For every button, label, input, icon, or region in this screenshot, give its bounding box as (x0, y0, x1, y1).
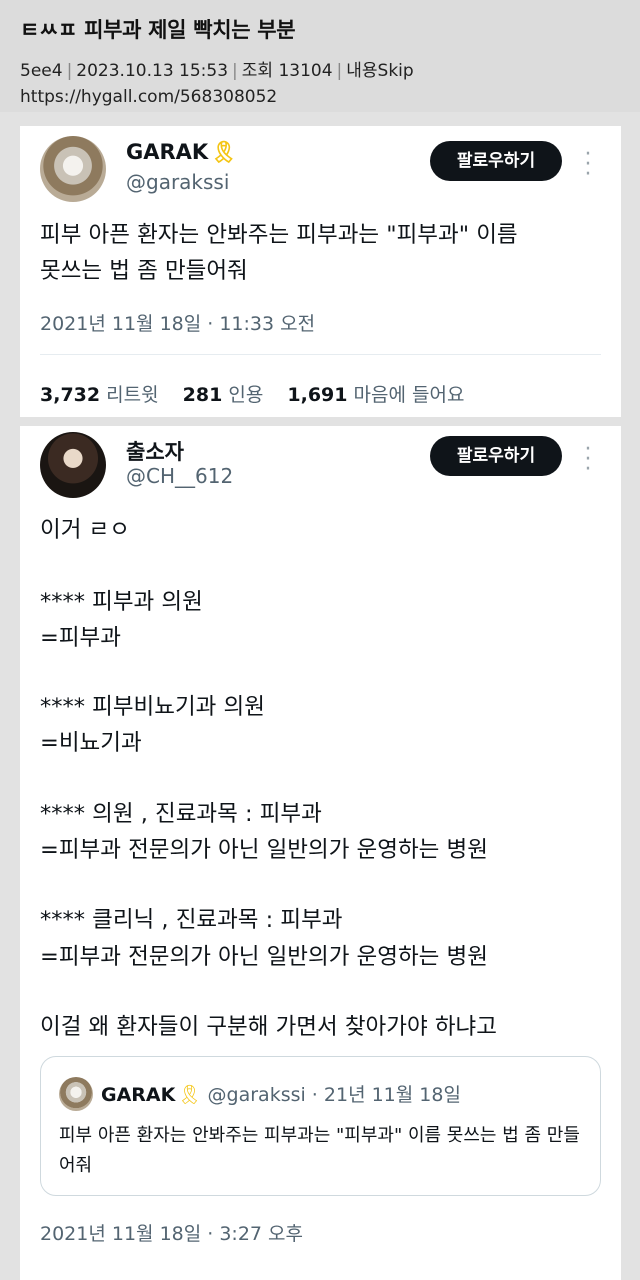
quote-header: GARAK 🎗 @garakssi · 21년 11월 18일 (101, 1084, 461, 1106)
quote-avatar (59, 1077, 93, 1111)
avatar[interactable] (40, 136, 106, 202)
tweet-line: =피부과 전문의가 아닌 일반의가 운영하는 병원 (40, 837, 488, 863)
quote-text: 피부 아픈 환자는 안봐주는 피부과는 "피부과" 이름 못쓰는 법 좀 만들어… (59, 1125, 580, 1176)
avatar[interactable] (40, 432, 106, 498)
tweet-stats: 3,732 리트윗 281 인용 1,691 마음에 들어요 (40, 380, 482, 407)
follow-button[interactable]: 팔로우하기 (430, 141, 562, 181)
tweet-line: **** 의원 , 진료과목 : 피부과 (40, 801, 322, 827)
tweet-card: GARAK🎗 @garakssi 팔로우하기 · · · 피부 아픈 환자는 안봐주… (20, 126, 621, 417)
divider (40, 354, 601, 355)
tweet-card: 출소자 @CH__612 팔로우하기 · · · 이거 ㄹㅇ **** 피부과 의원… (20, 426, 621, 1280)
tweet-line: =비뇨기과 (40, 730, 142, 756)
yellow-ribbon-icon: 🎗 (210, 140, 237, 164)
tweet-line: **** 피부비뇨기과 의원 (40, 694, 265, 720)
yellow-ribbon-icon: 🎗 (177, 1084, 202, 1106)
post-url[interactable]: https://hygall.com/568308052 (20, 87, 620, 107)
user-handle[interactable]: @CH__612 (126, 464, 233, 488)
post-meta: 5ee4 | 2023.10.13 15:53 | 조회 13104 | 내용Skip (20, 61, 414, 81)
post-datetime: 2023.10.13 15:53 (76, 61, 229, 81)
tweet-line: **** 피부과 의원 (40, 589, 203, 615)
tweet-text: 피부 아픈 환자는 안봐주는 피부과는 "피부과" 이름 못쓰는 법 좀 만들어… (40, 222, 518, 284)
tweet-line: =피부과 전문의가 아닌 일반의가 운영하는 병원 (40, 944, 488, 970)
quoted-tweet[interactable]: GARAK 🎗 @garakssi · 21년 11월 18일 피부 아픈 환자는… (40, 1056, 601, 1196)
display-name[interactable]: GARAK🎗 (126, 140, 237, 165)
retweet-count[interactable]: 3,732 리트윗 (40, 384, 159, 406)
like-count[interactable]: 1,691 마음에 들어요 (287, 384, 464, 406)
tweet-line: 이걸 왜 환자들이 구분해 가면서 찾아가야 하냐고 (40, 1014, 497, 1040)
tweet-line: 이거 ㄹㅇ (40, 517, 130, 543)
post-title: ㅌㅆㅍ 피부과 제일 빡치는 부분 (20, 18, 296, 42)
tweet-timestamp[interactable]: 2021년 11월 18일 · 11:33 오전 (40, 309, 315, 336)
follow-button[interactable]: 팔로우하기 (430, 436, 562, 476)
quote-count[interactable]: 281 인용 (183, 384, 264, 406)
post-author[interactable]: 5ee4 (20, 61, 63, 81)
post-header: ㅌㅆㅍ 피부과 제일 빡치는 부분 5ee4 | 2023.10.13 15:53 |… (0, 0, 640, 112)
user-handle[interactable]: @garakssi (126, 170, 229, 194)
post-views: 조회 13104 (241, 61, 333, 81)
more-options-icon[interactable]: · · · (580, 439, 596, 481)
tweet-line: =피부과 (40, 625, 121, 651)
skip-link[interactable]: 내용Skip (346, 61, 413, 81)
tweet-line: **** 클리닉 , 진료과목 : 피부과 (40, 907, 343, 933)
display-name[interactable]: 출소자 (126, 436, 184, 466)
more-options-icon[interactable]: · · · (580, 144, 596, 186)
tweet-timestamp[interactable]: 2021년 11월 18일 · 3:27 오후 (40, 1219, 303, 1246)
